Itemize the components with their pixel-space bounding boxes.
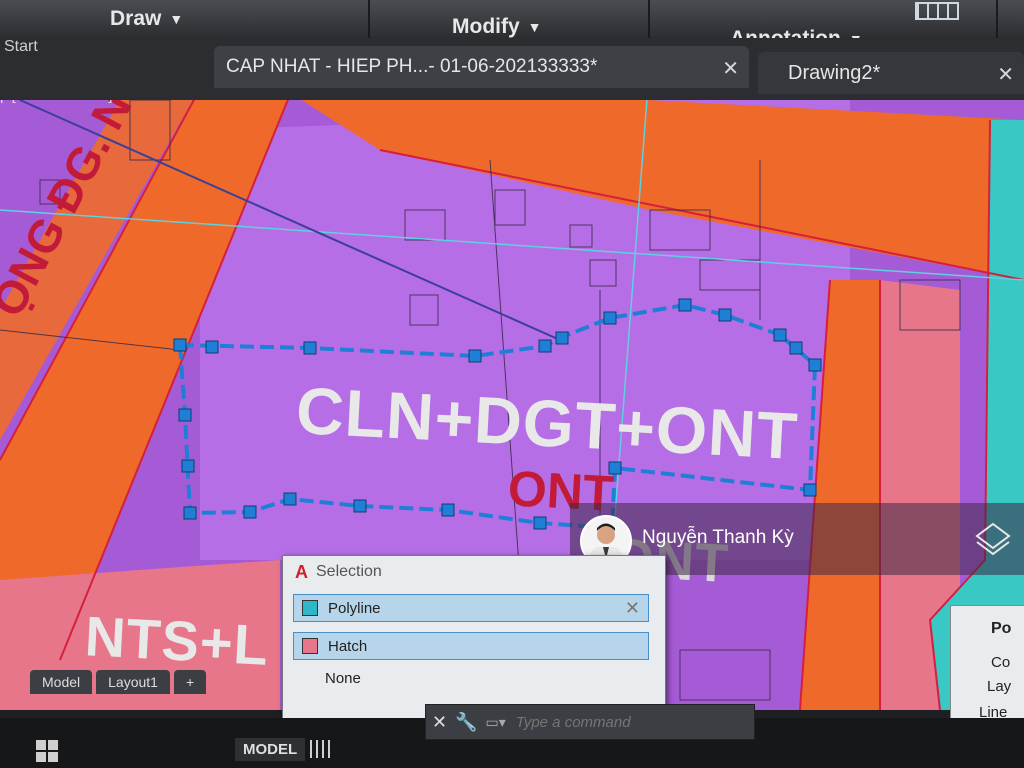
overlay-name: Nguyễn Thanh Kỳ — [642, 527, 794, 548]
ribbon-separator — [368, 0, 370, 38]
file-tab-bar: Start CAP NHAT - HIEP PH...- 01-06-20213… — [0, 38, 1024, 100]
tab-start[interactable]: Start — [4, 38, 38, 56]
close-icon[interactable]: ✕ — [997, 62, 1014, 87]
ribbon-separator — [996, 0, 998, 38]
layers-stack-icon[interactable] — [975, 522, 1011, 558]
grid-icon[interactable] — [310, 740, 330, 758]
wrench-icon[interactable]: 🔧 — [455, 712, 477, 733]
selection-item-label: Hatch — [328, 637, 368, 655]
tab-model[interactable]: Model — [30, 670, 93, 694]
close-icon[interactable]: ✕ — [625, 598, 640, 619]
table-icon[interactable] — [915, 2, 959, 20]
add-layout-button[interactable]: + — [173, 670, 207, 694]
selection-item-hatch[interactable]: Hatch — [293, 632, 649, 660]
ribbon-separator — [648, 0, 650, 38]
tab-document-1[interactable]: CAP NHAT - HIEP PH...- 01-06-202133333* … — [214, 46, 749, 88]
layers-stack-icon-svg — [975, 522, 1011, 556]
chevron-down-icon: ▼ — [169, 11, 184, 27]
selection-dialog-titlebar[interactable]: A Selection — [283, 556, 665, 588]
command-line: ✕ 🔧 ▭▾ — [425, 704, 755, 740]
draw-panel-button[interactable]: Draw ▼ — [110, 0, 183, 38]
close-icon[interactable]: ✕ — [432, 712, 447, 733]
tab-document-1-title: CAP NHAT - HIEP PH...- 01-06-202133333* — [226, 56, 598, 77]
close-icon[interactable]: ✕ — [722, 56, 739, 81]
chevron-down-icon: ▼ — [527, 19, 542, 35]
tab-document-2[interactable]: Drawing2* ✕ — [758, 52, 1024, 94]
selection-item-label: None — [325, 669, 361, 687]
draw-panel-label: Draw — [110, 7, 162, 30]
zone-label-nts: NTS+L — [83, 604, 271, 677]
ribbon-panel-bar: Draw ▼ Modify ▼ Annotation ▼ — [0, 0, 1024, 50]
properties-row[interactable]: Lay — [987, 678, 1011, 695]
color-swatch — [302, 638, 318, 654]
tab-document-2-title: Drawing2* — [788, 61, 881, 84]
color-swatch — [302, 600, 318, 616]
properties-panel-title: Po — [991, 620, 1012, 637]
selection-item-none[interactable]: None — [293, 664, 649, 692]
autocad-logo-icon: A — [295, 561, 308, 582]
command-input[interactable] — [513, 712, 718, 732]
model-space-button[interactable]: MODEL — [235, 738, 306, 761]
color-swatch-empty — [301, 671, 315, 685]
selection-item-label: Polyline — [328, 599, 381, 617]
selection-item-polyline[interactable]: Polyline ✕ — [293, 594, 649, 622]
selection-dialog-title: Selection — [316, 563, 382, 580]
modify-panel-label: Modify — [452, 15, 520, 38]
tab-layout1[interactable]: Layout1 — [96, 670, 170, 694]
properties-row[interactable]: Co — [991, 654, 1010, 671]
windows-start-icon[interactable] — [36, 740, 58, 762]
command-history-icon[interactable]: ▭▾ — [486, 714, 506, 731]
layout-tab-bar: Model Layout1 + — [30, 670, 207, 694]
